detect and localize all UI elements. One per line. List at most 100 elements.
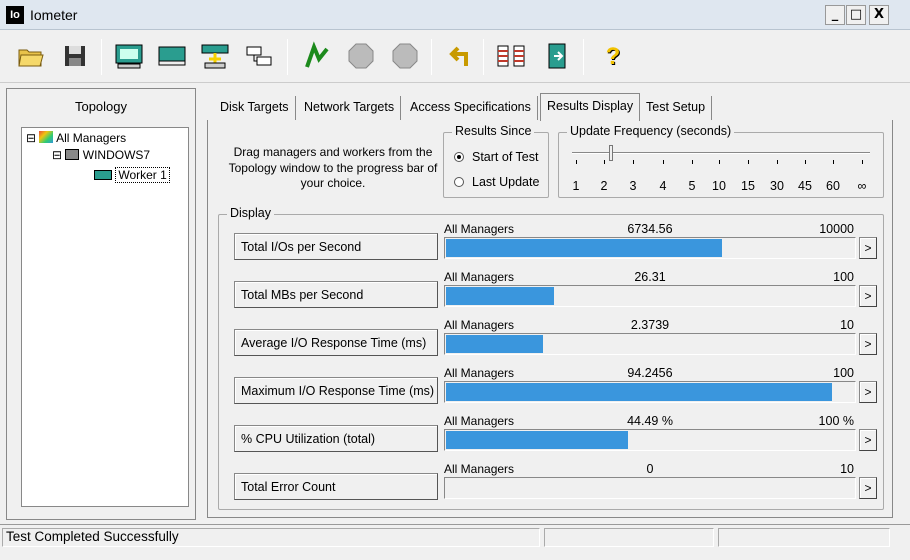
- slider-tick: [833, 160, 834, 164]
- metric-max: 100: [833, 366, 854, 380]
- tree-item-manager[interactable]: ⊟ WINDOWS7: [52, 148, 150, 162]
- metric-more-button[interactable]: >: [859, 237, 877, 259]
- slider-tick-label: ∞: [857, 179, 867, 193]
- slider-tick: [719, 160, 720, 164]
- close-button[interactable]: X: [869, 5, 889, 25]
- new-disk-worker-icon: [115, 44, 143, 69]
- radio-last-update[interactable]: Last Update: [454, 175, 539, 189]
- help-button[interactable]: ?: [594, 37, 632, 77]
- metric-selector-button[interactable]: Average I/O Response Time (ms): [234, 329, 438, 356]
- metric-value: 94.2456: [627, 366, 673, 380]
- toolbar-separator: [287, 39, 288, 75]
- slider-tick-label: 30: [770, 179, 784, 193]
- stop-current-test-button[interactable]: [342, 37, 380, 77]
- topology-tree: ⊟ All Managers ⊟ WINDOWS7 Worker 1: [21, 127, 189, 507]
- new-disk-worker-button[interactable]: [110, 37, 148, 77]
- metric-selector-button[interactable]: Total Error Count: [234, 473, 438, 500]
- save-button[interactable]: [56, 37, 94, 77]
- disconnect-icon: [246, 46, 272, 66]
- status-bar: Test Completed Successfully: [0, 524, 910, 548]
- metric-selector-button[interactable]: Total MBs per Second: [234, 281, 438, 308]
- metric-bar: [444, 333, 856, 355]
- metric-more-button[interactable]: >: [859, 285, 877, 307]
- update-frequency-label: Update Frequency (seconds): [567, 124, 735, 138]
- update-frequency-slider[interactable]: [572, 152, 870, 154]
- tree-item-label: All Managers: [56, 131, 127, 145]
- tab-disk-targets[interactable]: Disk Targets: [214, 96, 296, 120]
- exit-icon: [548, 43, 566, 69]
- metric-max: 10: [840, 462, 854, 476]
- metric-target: All Managers: [444, 270, 515, 284]
- results-since-label: Results Since: [452, 124, 535, 138]
- tab-test-setup[interactable]: Test Setup: [640, 96, 713, 120]
- save-icon: [65, 46, 85, 66]
- metric-more-button[interactable]: >: [859, 333, 877, 355]
- radio-label: Last Update: [472, 175, 540, 189]
- window-title: Iometer: [30, 7, 78, 23]
- slider-tick: [576, 160, 577, 164]
- tab-network-targets[interactable]: Network Targets: [298, 96, 402, 120]
- slider-tick: [777, 160, 778, 164]
- managers-icon: [39, 131, 54, 143]
- new-network-worker-button[interactable]: [153, 37, 191, 77]
- radio-selected-icon: [454, 152, 464, 162]
- metric-bar: [444, 477, 856, 499]
- status-panel: [544, 528, 714, 547]
- metric-selector-button[interactable]: Maximum I/O Response Time (ms): [234, 377, 438, 404]
- metric-more-button[interactable]: >: [859, 477, 877, 499]
- metric-more-button[interactable]: >: [859, 381, 877, 403]
- help-icon: ?: [605, 43, 621, 70]
- minimize-button[interactable]: _: [825, 5, 845, 25]
- reset-workers-button[interactable]: [440, 37, 478, 77]
- radio-start-of-test[interactable]: Start of Test: [454, 150, 538, 164]
- tab-results-display[interactable]: Results Display: [540, 93, 641, 121]
- metric-bar-fill: [446, 239, 722, 257]
- exit-button[interactable]: [538, 37, 576, 77]
- slider-tick: [692, 160, 693, 164]
- stop-current-test-icon: [348, 43, 374, 69]
- metric-bar-fill: [446, 287, 554, 305]
- tab-access-specifications[interactable]: Access Specifications: [404, 96, 538, 120]
- slider-tick-label: 1: [572, 179, 580, 193]
- tree-item-worker[interactable]: Worker 1: [94, 167, 170, 183]
- start-tests-button[interactable]: [298, 37, 336, 77]
- slider-tick: [663, 160, 664, 164]
- metric-value: 0: [646, 462, 654, 476]
- metric-max: 10000: [819, 222, 854, 236]
- toolbar-separator: [101, 39, 102, 75]
- metric-bar: [444, 237, 856, 259]
- metric-bar-fill: [446, 335, 543, 353]
- disconnect-button[interactable]: [240, 37, 278, 77]
- app-icon: Io: [6, 6, 24, 24]
- slider-tick-label: 10: [712, 179, 726, 193]
- metric-selector-button[interactable]: Total I/Os per Second: [234, 233, 438, 260]
- slider-tick: [633, 160, 634, 164]
- computer-icon: [65, 149, 80, 160]
- open-folder-icon: [18, 49, 44, 67]
- duplicate-worker-button[interactable]: [196, 37, 234, 77]
- slider-tick-label: 4: [659, 179, 667, 193]
- slider-thumb[interactable]: [609, 145, 613, 161]
- display-label: Display: [227, 206, 274, 220]
- title-bar: Io Iometer _ □ X: [0, 0, 910, 30]
- slider-tick: [862, 160, 863, 164]
- slider-tick-label: 3: [629, 179, 637, 193]
- toolbar: ?: [0, 31, 910, 83]
- maximize-button[interactable]: □: [846, 5, 866, 25]
- results-sync-button[interactable]: [492, 37, 530, 77]
- metric-value: 2.3739: [630, 318, 670, 332]
- open-button[interactable]: [12, 37, 50, 77]
- expand-icon[interactable]: ⊟: [26, 131, 36, 145]
- stop-all-tests-button[interactable]: [386, 37, 424, 77]
- slider-tick-label: 60: [826, 179, 840, 193]
- metric-selector-button[interactable]: % CPU Utilization (total): [234, 425, 438, 452]
- metric-value: 44.49 %: [627, 414, 673, 428]
- slider-tick-label: 45: [798, 179, 812, 193]
- tree-item-label: Worker 1: [115, 167, 170, 183]
- metric-bar-fill: [446, 431, 628, 449]
- tree-item-all-managers[interactable]: ⊟ All Managers: [26, 131, 126, 145]
- tree-item-label: WINDOWS7: [82, 148, 151, 162]
- status-text: Test Completed Successfully: [6, 529, 179, 544]
- expand-icon[interactable]: ⊟: [52, 148, 62, 162]
- metric-more-button[interactable]: >: [859, 429, 877, 451]
